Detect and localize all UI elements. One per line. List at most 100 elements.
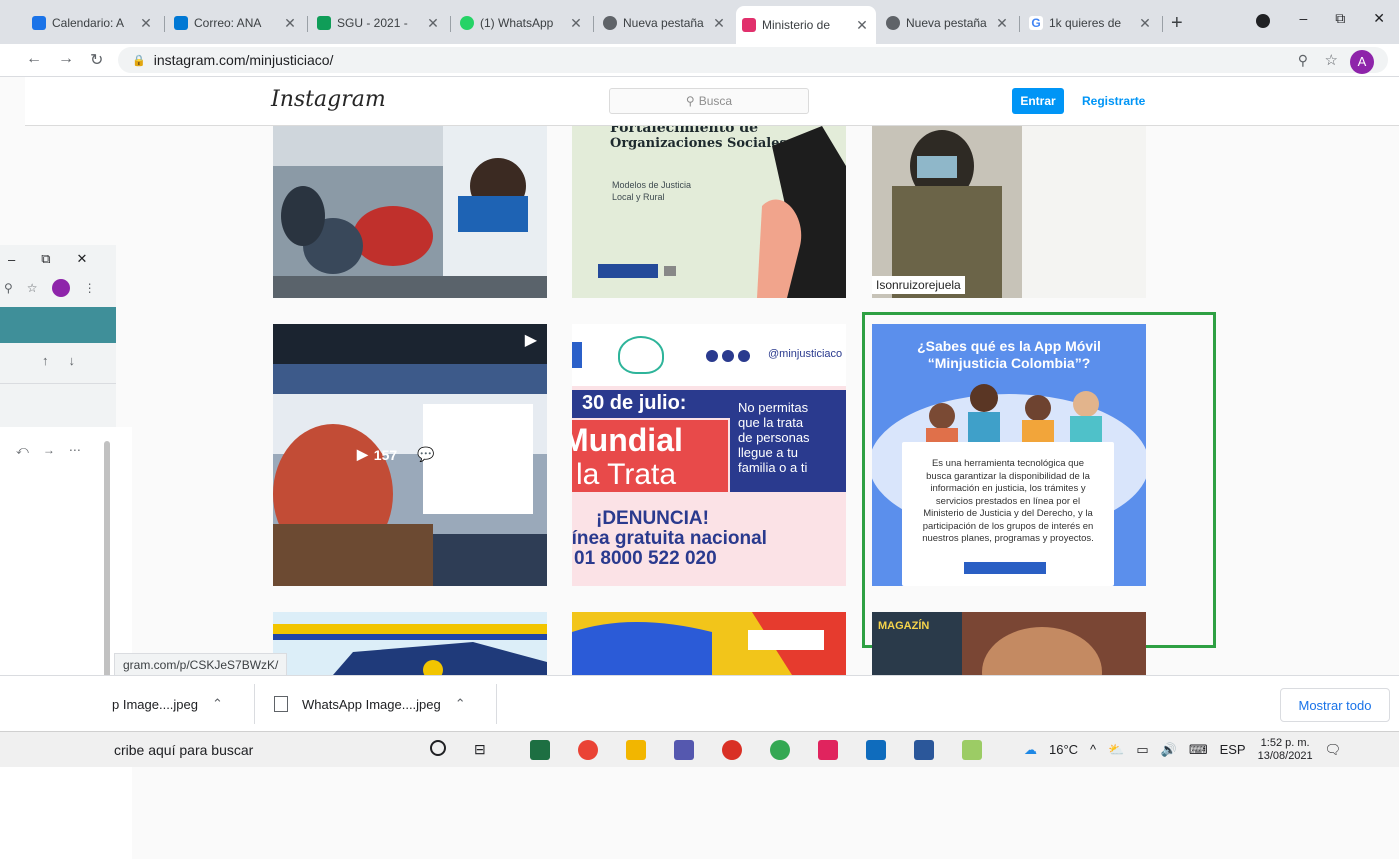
tab-mail[interactable]: Correo: ANA ✕ <box>168 8 304 38</box>
side-mail-pane: ⤺ → ⋯ <box>0 427 132 859</box>
close-icon[interactable]: ✕ <box>854 17 870 34</box>
tab-new-2[interactable]: Nueva pestaña ✕ <box>880 8 1016 38</box>
post-cultura[interactable] <box>572 612 846 675</box>
show-all-button[interactable]: Mostrar todo <box>1280 688 1390 722</box>
close-icon[interactable]: ✕ <box>282 15 298 32</box>
cta-denuncia: ¡DENUNCIA! <box>596 508 709 529</box>
notifications-icon[interactable]: 🗨 <box>1325 742 1342 758</box>
file-explorer-icon[interactable] <box>626 740 646 760</box>
chrome-alt-icon[interactable] <box>770 740 790 760</box>
post-subtitle1: Modelos de Justicia <box>612 180 692 190</box>
task-view-icon[interactable]: ⊟ <box>474 741 486 758</box>
search-input[interactable]: ⚲ Busca <box>609 88 809 114</box>
map-image <box>273 612 547 675</box>
forward-icon[interactable]: → <box>43 443 55 457</box>
chevron-up-icon[interactable]: ^ <box>1090 742 1096 757</box>
teams-icon[interactable] <box>674 740 694 760</box>
reload-icon[interactable]: ↻ <box>90 50 103 70</box>
photos-icon[interactable] <box>866 740 886 760</box>
instagram-icon <box>738 350 750 362</box>
comments-count: 1 <box>440 446 449 463</box>
ime-icon[interactable]: ⌨ <box>1189 742 1208 758</box>
reply-all-icon[interactable]: ⤺ <box>16 443 29 458</box>
tab-search-icon[interactable] <box>1256 14 1270 28</box>
menu-icon[interactable]: ⋮ <box>84 281 96 295</box>
window-controls: – ⧉ ✕ <box>1299 0 1399 36</box>
side-window-controls: – ⧉ ✕ <box>0 245 124 273</box>
restore-icon[interactable]: ⧉ <box>41 251 50 267</box>
post-map-colombia[interactable] <box>273 612 547 675</box>
language-indicator[interactable]: ESP <box>1220 742 1246 757</box>
shield-app-icon[interactable] <box>818 740 838 760</box>
minimize-button[interactable]: – <box>1299 10 1307 26</box>
register-link[interactable]: Registrarte <box>1082 94 1145 108</box>
download-item-1[interactable]: p Image....jpeg ⌃ <box>112 676 223 732</box>
address-bar[interactable]: 🔒 instagram.com/minjusticiaco/ ⚲ ☆ A <box>118 47 1388 74</box>
tab-google[interactable]: G 1k quieres de ✕ <box>1023 8 1159 38</box>
outlook-icon <box>174 16 188 30</box>
post-trata-personas[interactable]: @minjusticiaco 30 de julio: Mundial la T… <box>572 324 846 586</box>
profile-avatar[interactable]: A <box>1350 50 1374 74</box>
tab-title: 1k quieres de <box>1049 16 1122 30</box>
post-event-photo[interactable] <box>273 126 547 298</box>
tab-whatsapp[interactable]: (1) WhatsApp ✕ <box>454 8 590 38</box>
post-video-casa-libertad[interactable]: ▶ ▶ 157 💬 1 <box>273 324 547 586</box>
instagram-logo[interactable]: Instagram <box>271 87 386 112</box>
views-count: 157 <box>373 446 398 463</box>
side-banner <box>0 307 116 343</box>
paint-icon[interactable] <box>962 740 982 760</box>
profile-icon[interactable] <box>51 279 70 297</box>
blue-tab-shape <box>572 342 582 368</box>
close-icon[interactable]: ✕ <box>711 15 727 32</box>
chevron-up-icon[interactable]: ⌃ <box>212 696 223 712</box>
temperature[interactable]: 16°C <box>1049 742 1078 757</box>
bookmark-star-icon[interactable]: ☆ <box>1325 51 1338 69</box>
volume-icon[interactable]: 🔊 <box>1161 742 1177 758</box>
restore-button[interactable]: ⧉ <box>1335 10 1345 27</box>
close-window-button[interactable]: ✕ <box>1373 10 1385 27</box>
tab-new-1[interactable]: Nueva pestaña ✕ <box>597 8 733 38</box>
weather-icon[interactable]: ☁ <box>1024 742 1037 758</box>
login-button[interactable]: Entrar <box>1012 88 1064 114</box>
network-icon[interactable]: ▭ <box>1136 742 1148 758</box>
new-tab-button[interactable]: + <box>1171 12 1183 35</box>
tab-separator <box>593 16 594 32</box>
word-icon[interactable] <box>914 740 934 760</box>
tab-ministerio-active[interactable]: Ministerio de ✕ <box>736 6 876 44</box>
tab-separator <box>1019 16 1020 32</box>
side-message: No permitas que la trata de personas lle… <box>738 400 810 475</box>
taskbar-search[interactable]: cribe aquí para buscar <box>114 732 253 767</box>
side-scrollbar[interactable] <box>104 441 110 681</box>
forward-icon[interactable]: → <box>58 50 74 68</box>
zoom-icon[interactable]: ⚲ <box>1298 52 1308 69</box>
clock[interactable]: 1:52 p. m. 13/08/2021 <box>1258 737 1313 763</box>
arrow-up-icon[interactable]: ↑ <box>42 353 49 368</box>
zoom-icon[interactable]: ⚲ <box>4 281 13 295</box>
tab-separator <box>164 16 165 32</box>
close-icon[interactable]: ✕ <box>425 15 441 32</box>
chrome-profile-icon[interactable] <box>722 740 742 760</box>
cloud-icon[interactable]: ⛅ <box>1108 742 1124 758</box>
back-icon[interactable]: ← <box>26 50 42 68</box>
close-icon[interactable]: ✕ <box>138 15 154 32</box>
tab-sgu[interactable]: SGU - 2021 - ✕ <box>311 8 447 38</box>
close-icon[interactable]: ✕ <box>1137 15 1153 32</box>
minimize-icon[interactable]: – <box>8 252 15 267</box>
chevron-up-icon[interactable]: ⌃ <box>455 696 466 712</box>
post-organizaciones[interactable]: Fortalecimiento de Organizaciones Social… <box>572 126 846 298</box>
cortana-icon[interactable] <box>430 740 446 756</box>
cultura-graphic <box>572 612 846 675</box>
download-item-2[interactable]: WhatsApp Image....jpeg ⌃ <box>274 676 466 732</box>
post-magazin[interactable]: MAGAZÍN <box>872 612 1146 675</box>
excel-icon[interactable] <box>530 740 550 760</box>
close-icon[interactable]: ✕ <box>568 15 584 32</box>
close-icon[interactable]: ✕ <box>77 251 88 267</box>
close-icon[interactable]: ✕ <box>994 15 1010 32</box>
star-icon[interactable]: ☆ <box>27 281 38 295</box>
tab-calendar[interactable]: Calendario: A ✕ <box>26 8 160 38</box>
chrome-icon[interactable] <box>578 740 598 760</box>
post-vaccination[interactable]: Isonruizorejuela <box>872 126 1146 298</box>
account-handle: @minjusticiaco <box>768 348 843 360</box>
arrow-down-icon[interactable]: ↓ <box>69 353 76 368</box>
more-icon[interactable]: ⋯ <box>69 443 81 457</box>
